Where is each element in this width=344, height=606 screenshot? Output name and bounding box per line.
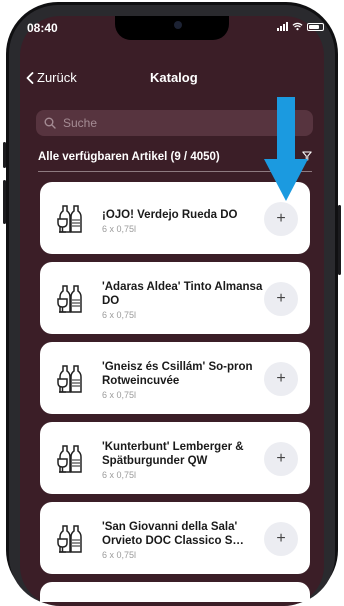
- side-button-left: [3, 142, 6, 168]
- product-size: 6 x 0,75l: [102, 470, 137, 480]
- signal-icon: [277, 22, 288, 31]
- side-button-left-2: [3, 180, 6, 224]
- add-button[interactable]: +: [264, 522, 298, 556]
- chevron-left-icon: [26, 71, 34, 84]
- notch: [115, 16, 229, 40]
- wine-bottles-glass-icon: [57, 285, 82, 313]
- side-button-right: [338, 205, 341, 275]
- page-title: Katalog: [150, 70, 198, 85]
- add-button[interactable]: +: [264, 202, 298, 236]
- product-card[interactable]: 'Gneisz és Csillám' So-pron Rotweincuvée…: [40, 342, 310, 414]
- battery-icon: [307, 22, 324, 31]
- camera-icon: [174, 21, 182, 29]
- product-card[interactable]: 'Kunterbunt' Lemberger & Spätburgunder Q…: [40, 422, 310, 494]
- product-size: 6 x 0,75l: [102, 224, 137, 234]
- arrow-down-icon: [264, 97, 308, 201]
- wine-bottles-glass-icon: [57, 365, 82, 393]
- status-time: 08:40: [27, 21, 58, 35]
- status-icons: [277, 22, 324, 31]
- product-card-partial[interactable]: [40, 582, 310, 602]
- product-size: 6 x 0,75l: [102, 310, 137, 320]
- product-size: 6 x 0,75l: [102, 550, 137, 560]
- product-name: ¡OJO! Verdejo Rueda DO: [102, 209, 238, 221]
- wine-bottles-glass-icon: [57, 445, 82, 473]
- wine-bottles-glass-icon: [57, 205, 82, 233]
- search-icon: [44, 117, 56, 129]
- product-card[interactable]: 'San Giovanni della Sala' Orvieto DOC Cl…: [40, 502, 310, 574]
- product-name: 'Adaras Aldea' Tinto Almansa DO: [102, 281, 263, 307]
- product-card[interactable]: 'Adaras Aldea' Tinto Almansa DO 6 x 0,75…: [40, 262, 310, 334]
- product-name: 'San Giovanni della Sala' Orvieto DOC Cl…: [102, 521, 244, 547]
- add-button[interactable]: +: [264, 282, 298, 316]
- product-name: 'Gneisz és Csillám' So-pron Rotweincuvée: [102, 361, 253, 387]
- add-button[interactable]: +: [264, 442, 298, 476]
- add-button[interactable]: +: [264, 362, 298, 396]
- wine-bottles-glass-icon: [57, 525, 82, 553]
- product-size: 6 x 0,75l: [102, 390, 137, 400]
- list-header: Alle verfügbaren Artikel (9 / 4050): [38, 151, 220, 163]
- back-button[interactable]: Zurück: [26, 70, 77, 85]
- back-label: Zurück: [37, 70, 77, 85]
- product-name: 'Kunterbunt' Lemberger & Spätburgunder Q…: [102, 441, 244, 467]
- wifi-icon: [292, 22, 303, 31]
